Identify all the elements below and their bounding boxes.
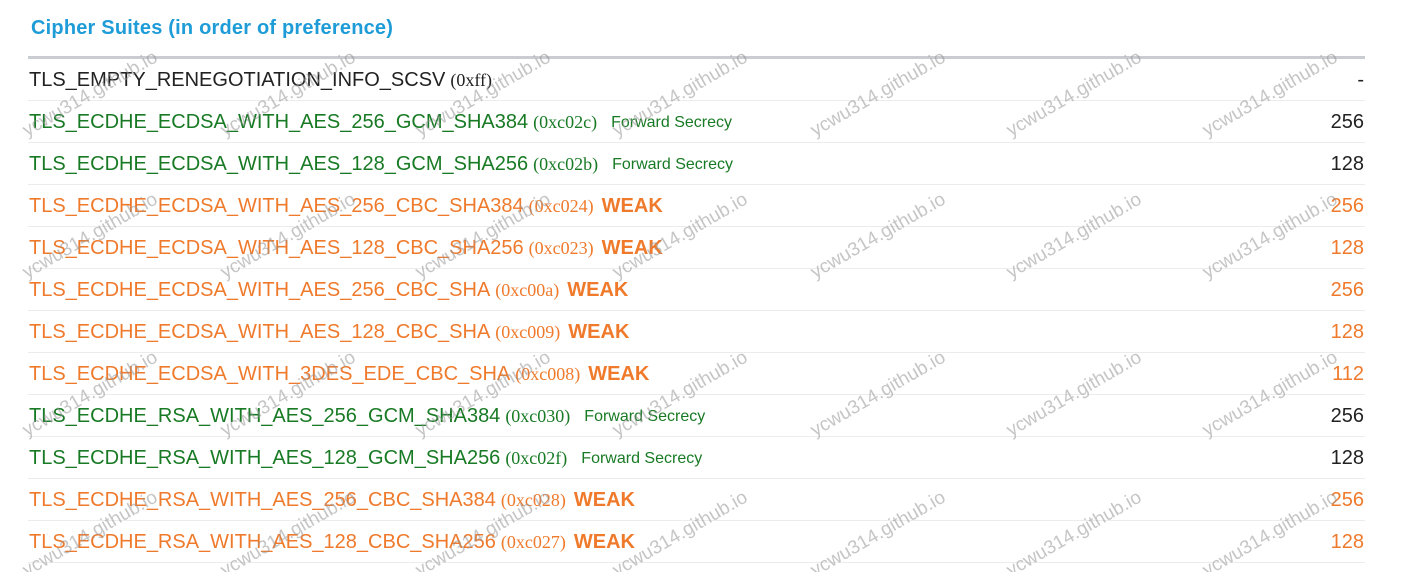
cipher-suite-cell: TLS_ECDHE_ECDSA_WITH_3DES_EDE_CBC_SHA (0x… bbox=[29, 353, 649, 395]
cipher-suite-name: TLS_ECDHE_ECDSA_WITH_AES_128_GCM_SHA256 bbox=[29, 153, 529, 175]
table-row: TLS_EMPTY_RENEGOTIATION_INFO_SCSV (0xff) - bbox=[28, 59, 1365, 101]
table-row: TLS_ECDHE_ECDSA_WITH_AES_256_CBC_SHA384(… bbox=[28, 185, 1365, 227]
forward-secrecy-tag: Forward Secrecy bbox=[584, 408, 706, 425]
key-size-bits: 128 bbox=[1330, 531, 1364, 553]
key-size-bits: 128 bbox=[1330, 321, 1364, 343]
cipher-suite-name: TLS_ECDHE_ECDSA_WITH_AES_256_CBC_SHA bbox=[29, 279, 491, 301]
cipher-suite-name: TLS_ECDHE_ECDSA_WITH_AES_128_CBC_SHA bbox=[29, 321, 491, 343]
cipher-suite-code: (0xc028) bbox=[500, 490, 566, 510]
cipher-suite-code: (0xc030) bbox=[505, 406, 571, 426]
weak-tag: WEAK bbox=[573, 489, 635, 511]
table-row: TLS_ECDHE_RSA_WITH_AES_256_CBC_SHA384 (0x… bbox=[28, 479, 1365, 521]
cipher-suite-cell: TLS_ECDHE_RSA_WITH_AES_128_CBC_SHA256 (0x… bbox=[29, 521, 635, 563]
key-size-bits: 256 bbox=[1330, 489, 1364, 511]
forward-secrecy-tag: Forward Secrecy bbox=[612, 156, 733, 173]
cipher-suite-cell: TLS_ECDHE_ECDSA_WITH_AES_128_GCM_SHA256(… bbox=[29, 143, 733, 185]
table-row: TLS_ECDHE_RSA_WITH_AES_128_CBC_SHA256 (0x… bbox=[28, 521, 1365, 563]
key-size-bits: 112 bbox=[1332, 363, 1364, 385]
cipher-suites-panel: Cipher Suites (in order of preference) T… bbox=[0, 0, 1411, 572]
cipher-suite-cell: TLS_ECDHE_RSA_WITH_AES_256_GCM_SHA384 (0x… bbox=[29, 395, 705, 437]
weak-tag: WEAK bbox=[568, 321, 630, 343]
key-size-bits: 256 bbox=[1330, 279, 1364, 301]
table-row: TLS_ECDHE_ECDSA_WITH_AES_128_CBC_SHA (0xc… bbox=[28, 311, 1365, 353]
table-row: TLS_ECDHE_RSA_WITH_AES_128_GCM_SHA256 (0x… bbox=[28, 437, 1365, 479]
cipher-suite-cell: TLS_ECDHE_ECDSA_WITH_AES_256_GCM_SHA384(… bbox=[29, 101, 732, 143]
cipher-suite-name: TLS_ECDHE_RSA_WITH_AES_128_CBC_SHA256 bbox=[29, 531, 496, 553]
table-row: TLS_ECDHE_RSA_WITH_AES_256_GCM_SHA384 (0x… bbox=[28, 395, 1365, 437]
cipher-suite-code: (0xc02b) bbox=[533, 154, 599, 174]
weak-tag: WEAK bbox=[601, 195, 663, 217]
weak-tag: WEAK bbox=[601, 237, 663, 259]
key-size-bits: 256 bbox=[1330, 405, 1364, 427]
key-size-bits: 128 bbox=[1330, 153, 1364, 175]
table-row: TLS_ECDHE_ECDSA_WITH_3DES_EDE_CBC_SHA (0x… bbox=[28, 353, 1365, 395]
forward-secrecy-tag: Forward Secrecy bbox=[611, 114, 732, 131]
cipher-suite-name: TLS_ECDHE_ECDSA_WITH_3DES_EDE_CBC_SHA bbox=[29, 363, 511, 385]
cipher-suite-cell: TLS_ECDHE_RSA_WITH_AES_128_GCM_SHA256 (0x… bbox=[29, 437, 702, 479]
cipher-suite-name: TLS_ECDHE_ECDSA_WITH_AES_256_GCM_SHA384 bbox=[29, 111, 529, 133]
cipher-suite-name: TLS_ECDHE_RSA_WITH_AES_256_GCM_SHA384 bbox=[29, 405, 501, 427]
table-row: TLS_ECDHE_ECDSA_WITH_AES_256_GCM_SHA384(… bbox=[28, 101, 1365, 143]
cipher-suite-table: TLS_EMPTY_RENEGOTIATION_INFO_SCSV (0xff) -… bbox=[28, 59, 1365, 563]
cipher-suite-name: TLS_EMPTY_RENEGOTIATION_INFO_SCSV bbox=[29, 69, 446, 91]
cipher-suite-cell: TLS_ECDHE_ECDSA_WITH_AES_128_CBC_SHA (0xc… bbox=[29, 311, 629, 353]
cipher-suite-cell: TLS_ECDHE_RSA_WITH_AES_256_CBC_SHA384 (0x… bbox=[29, 479, 635, 521]
table-row: TLS_ECDHE_ECDSA_WITH_AES_256_CBC_SHA (0xc… bbox=[28, 269, 1365, 311]
key-size-bits: 256 bbox=[1330, 111, 1364, 133]
weak-tag: WEAK bbox=[573, 531, 635, 553]
key-size-bits: 256 bbox=[1330, 195, 1364, 217]
cipher-suite-cell: TLS_ECDHE_ECDSA_WITH_AES_256_CBC_SHA (0xc… bbox=[29, 269, 628, 311]
cipher-suite-code: (0xc009) bbox=[495, 322, 561, 342]
cipher-suite-code: (0xc008) bbox=[515, 364, 581, 384]
cipher-suite-name: TLS_ECDHE_ECDSA_WITH_AES_128_CBC_SHA256 bbox=[29, 237, 524, 259]
table-row: TLS_ECDHE_ECDSA_WITH_AES_128_GCM_SHA256(… bbox=[28, 143, 1365, 185]
cipher-suite-cell: TLS_EMPTY_RENEGOTIATION_INFO_SCSV (0xff) bbox=[29, 59, 492, 101]
table-row: TLS_ECDHE_ECDSA_WITH_AES_128_CBC_SHA256(… bbox=[28, 227, 1365, 269]
cipher-suite-code: (0xff) bbox=[450, 70, 493, 90]
cipher-suite-code: (0xc02c) bbox=[533, 112, 598, 132]
cipher-suite-code: (0xc027) bbox=[500, 532, 566, 552]
cipher-suite-code: (0xc024) bbox=[528, 196, 594, 216]
cipher-suite-code: (0xc02f) bbox=[505, 448, 568, 468]
cipher-suite-name: TLS_ECDHE_RSA_WITH_AES_128_GCM_SHA256 bbox=[29, 447, 501, 469]
weak-tag: WEAK bbox=[567, 279, 629, 301]
section-title: Cipher Suites (in order of preference) bbox=[31, 17, 394, 39]
cipher-suite-cell: TLS_ECDHE_ECDSA_WITH_AES_128_CBC_SHA256(… bbox=[29, 227, 663, 269]
forward-secrecy-tag: Forward Secrecy bbox=[581, 450, 703, 467]
key-size-bits: 128 bbox=[1330, 447, 1364, 469]
cipher-suite-cell: TLS_ECDHE_ECDSA_WITH_AES_256_CBC_SHA384(… bbox=[29, 185, 663, 227]
key-size-bits: - bbox=[1357, 69, 1364, 91]
key-size-bits: 128 bbox=[1330, 237, 1364, 259]
weak-tag: WEAK bbox=[588, 363, 650, 385]
cipher-suite-name: TLS_ECDHE_RSA_WITH_AES_256_CBC_SHA384 bbox=[29, 489, 496, 511]
cipher-suite-code: (0xc023) bbox=[528, 238, 594, 258]
cipher-suite-name: TLS_ECDHE_ECDSA_WITH_AES_256_CBC_SHA384 bbox=[29, 195, 524, 217]
cipher-suite-code: (0xc00a) bbox=[495, 280, 560, 300]
